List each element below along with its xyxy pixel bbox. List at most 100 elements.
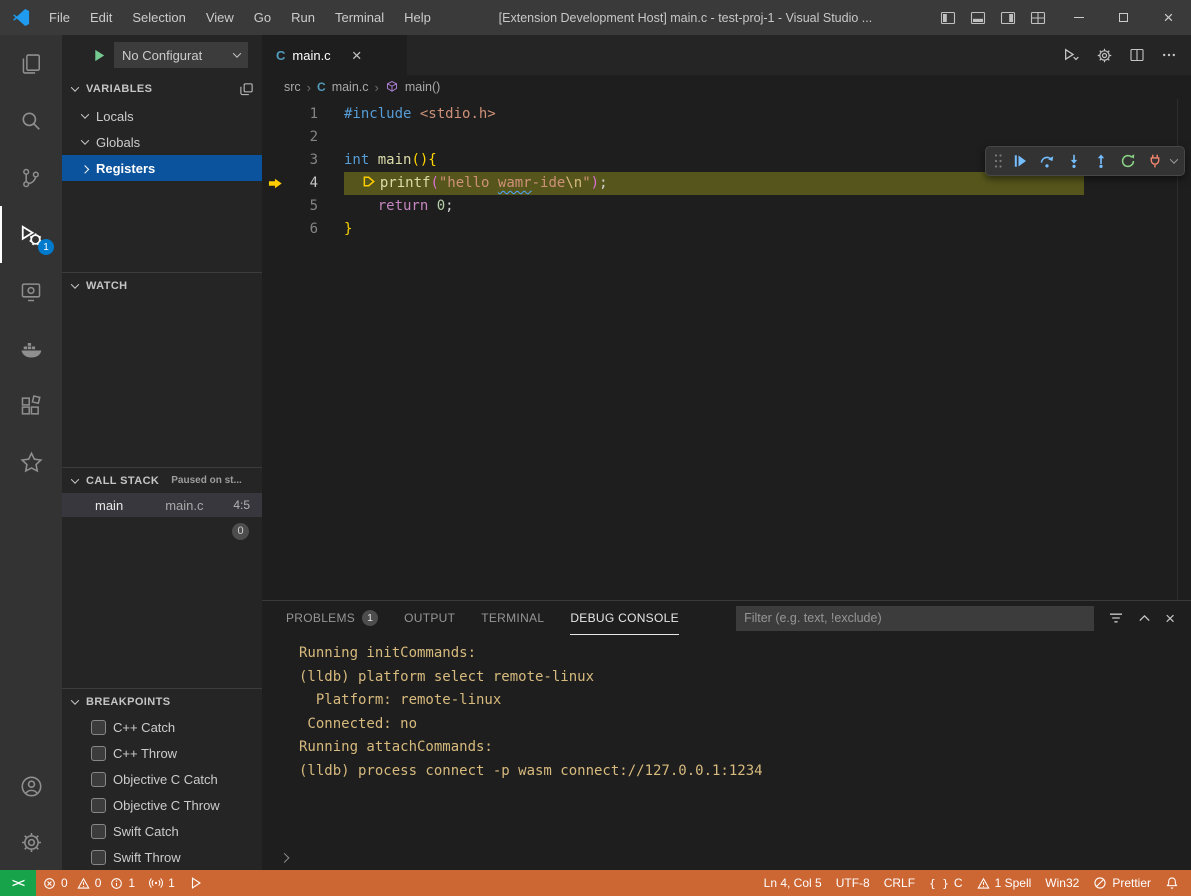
maximize-button[interactable]	[1101, 0, 1146, 35]
variables-item-label: Locals	[96, 109, 134, 124]
menu-view[interactable]: View	[196, 0, 244, 35]
breakpoint-checkbox[interactable]	[91, 720, 106, 735]
activity-search[interactable]	[0, 92, 62, 149]
activity-remote-explorer[interactable]	[0, 263, 62, 320]
breadcrumb-folder[interactable]: src	[284, 80, 301, 94]
start-debugging-icon[interactable]	[92, 48, 107, 63]
breakpoint-checkbox[interactable]	[91, 824, 106, 839]
remote-indicator[interactable]: ><	[0, 870, 36, 896]
eol-indicator[interactable]: CRLF	[877, 870, 922, 896]
breakpoint-item[interactable]: C++ Catch	[62, 714, 262, 740]
code-line-1[interactable]: 1#include <stdio.h>	[262, 103, 1191, 126]
breadcrumb-symbol[interactable]: main()	[405, 80, 440, 94]
platform-indicator[interactable]: Win32	[1038, 870, 1086, 896]
cursor-position[interactable]: Ln 4, Col 5	[757, 870, 829, 896]
toggle-panel-icon[interactable]	[970, 10, 986, 26]
debug-console-output[interactable]: Running initCommands:(lldb) platform sel…	[262, 635, 1191, 870]
restart-button[interactable]	[1114, 148, 1141, 174]
menu-go[interactable]: Go	[244, 0, 281, 35]
copy-icon[interactable]	[239, 82, 254, 97]
step-into-button[interactable]	[1060, 148, 1087, 174]
disconnect-button[interactable]	[1141, 148, 1168, 174]
inline-breakpoint-icon[interactable]	[361, 174, 378, 189]
breakpoint-item[interactable]: C++ Throw	[62, 740, 262, 766]
run-menu-icon[interactable]	[1063, 47, 1080, 64]
activity-explorer[interactable]	[0, 35, 62, 92]
panel-tab-terminal[interactable]: TERMINAL	[481, 601, 544, 635]
more-actions-icon[interactable]	[1161, 47, 1177, 63]
close-panel-icon[interactable]: ×	[1165, 610, 1175, 627]
breakpoints-section-header[interactable]: BREAKPOINTS	[62, 688, 262, 714]
panel-tab-output[interactable]: OUTPUT	[404, 601, 455, 635]
variables-item-locals[interactable]: Locals	[62, 103, 262, 129]
breakpoint-checkbox[interactable]	[91, 746, 106, 761]
menu-terminal[interactable]: Terminal	[325, 0, 394, 35]
breakpoint-checkbox[interactable]	[91, 850, 106, 865]
spell-checker-status[interactable]: 1 Spell	[970, 870, 1039, 896]
console-prompt-icon[interactable]	[281, 848, 288, 863]
tab-main-c[interactable]: C main.c ×	[262, 35, 407, 75]
activity-source-control[interactable]	[0, 149, 62, 206]
problems-status[interactable]: 0 0 1	[36, 870, 142, 896]
toggle-secondary-sidebar-icon[interactable]	[1000, 10, 1016, 26]
debug-config-dropdown[interactable]: No Configurat	[114, 42, 248, 68]
menu-help[interactable]: Help	[394, 0, 441, 35]
formatter-status[interactable]: Prettier	[1086, 870, 1158, 896]
close-tab-icon[interactable]: ×	[352, 47, 362, 64]
breakpoint-checkbox[interactable]	[91, 772, 106, 787]
activity-accounts[interactable]	[0, 758, 62, 814]
console-filter-input[interactable]	[736, 606, 1094, 631]
code-line-5[interactable]: 5 return 0;	[262, 195, 1191, 218]
console-line: (lldb) platform select remote-linux	[299, 666, 1191, 690]
activity-extensions[interactable]	[0, 377, 62, 434]
maximize-panel-icon[interactable]	[1137, 611, 1152, 626]
gear-icon[interactable]	[1096, 47, 1113, 64]
customize-layout-icon[interactable]	[1030, 10, 1046, 26]
language-mode[interactable]: { } C	[922, 870, 970, 896]
split-editor-icon[interactable]	[1129, 47, 1145, 63]
breadcrumb[interactable]: src › C main.c › main()	[262, 75, 1191, 99]
call-stack-section-header[interactable]: CALL STACK Paused on st...	[62, 467, 262, 493]
console-line: Platform: remote-linux	[299, 689, 1191, 713]
step-over-button[interactable]	[1033, 148, 1060, 174]
encoding-indicator[interactable]: UTF-8	[829, 870, 877, 896]
continue-button[interactable]	[1006, 148, 1033, 174]
toolbar-drag-handle-icon[interactable]	[990, 148, 1006, 174]
minimize-button[interactable]	[1056, 0, 1101, 35]
step-out-button[interactable]	[1087, 148, 1114, 174]
menu-selection[interactable]: Selection	[122, 0, 195, 35]
panel-tab-debug-console[interactable]: DEBUG CONSOLE	[570, 601, 679, 635]
watch-section-header[interactable]: WATCH	[62, 272, 262, 298]
panel-tab-problems[interactable]: PROBLEMS1	[286, 601, 378, 635]
favorites-icon	[20, 451, 43, 474]
menu-edit[interactable]: Edit	[80, 0, 122, 35]
breakpoint-item[interactable]: Swift Catch	[62, 818, 262, 844]
variables-section-header[interactable]: VARIABLES	[62, 75, 262, 103]
call-stack-frame[interactable]: main main.c 4:5	[62, 493, 262, 517]
breadcrumb-file[interactable]: main.c	[332, 80, 369, 94]
variables-list: Locals GlobalsRegisters	[62, 103, 262, 181]
breakpoint-checkbox[interactable]	[91, 798, 106, 813]
notifications-bell[interactable]	[1158, 870, 1191, 896]
code-editor[interactable]: 1#include <stdio.h>23int main(){4 printf…	[262, 99, 1191, 600]
debug-status[interactable]	[182, 870, 210, 896]
activity-run-and-debug[interactable]: 1	[0, 206, 62, 263]
activity-settings[interactable]	[0, 814, 62, 870]
menu-run[interactable]: Run	[281, 0, 325, 35]
breakpoint-item[interactable]: Objective C Catch	[62, 766, 262, 792]
variables-item-globals[interactable]: Globals	[62, 129, 262, 155]
activity-favorites[interactable]	[0, 434, 62, 491]
variables-item-registers[interactable]: Registers	[62, 155, 262, 181]
panel-tab-label: PROBLEMS	[286, 611, 355, 625]
toggle-sidebar-icon[interactable]	[940, 10, 956, 26]
chevron-down-icon[interactable]	[1168, 158, 1180, 164]
close-window-button[interactable]: ×	[1146, 0, 1191, 35]
breakpoint-item[interactable]: Objective C Throw	[62, 792, 262, 818]
ports-status[interactable]: 1	[142, 870, 182, 896]
activity-docker[interactable]	[0, 320, 62, 377]
filter-lines-icon[interactable]	[1108, 610, 1124, 626]
code-line-6[interactable]: 6}	[262, 218, 1191, 241]
breakpoint-item[interactable]: Swift Throw	[62, 844, 262, 870]
menu-file[interactable]: File	[39, 0, 80, 35]
title-bar: FileEditSelectionViewGoRunTerminalHelp […	[0, 0, 1191, 35]
